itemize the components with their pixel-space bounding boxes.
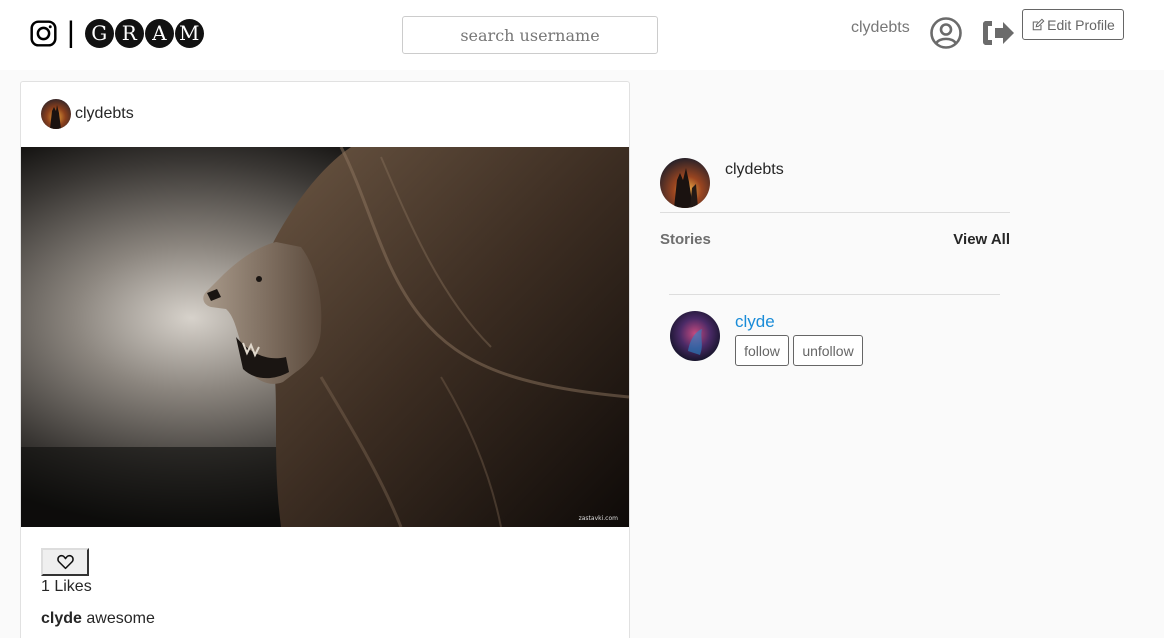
unfollow-button[interactable]: unfollow — [793, 335, 863, 366]
user-circle-icon[interactable] — [929, 16, 963, 50]
follow-button[interactable]: follow — [735, 335, 789, 366]
post-card: clydebts zastavki.com 1 Likes clyde awes… — [20, 81, 630, 638]
post-author[interactable]: clydebts — [75, 105, 134, 123]
brand-separator: | — [67, 16, 75, 49]
stories-heading: Stories — [660, 231, 711, 248]
sidebar-avatar[interactable] — [660, 158, 710, 208]
brand-wordmark: G R A M — [84, 18, 204, 48]
caption-user[interactable]: clyde — [41, 610, 82, 627]
edit-icon — [1032, 18, 1045, 30]
divider — [660, 212, 1010, 213]
instagram-icon — [30, 19, 57, 47]
view-all-link[interactable]: View All — [953, 231, 1010, 248]
nav-username[interactable]: clydebts — [851, 19, 910, 37]
divider — [669, 294, 1000, 295]
story-avatar[interactable] — [670, 311, 720, 361]
post-header: clydebts — [21, 82, 629, 148]
avatar[interactable] — [41, 99, 71, 129]
brand-letter: A — [144, 18, 174, 48]
sign-out-icon[interactable] — [981, 18, 1015, 48]
sidebar-username[interactable]: clydebts — [725, 161, 784, 179]
brand-letter: M — [174, 18, 204, 48]
edit-profile-button[interactable]: Edit Profile — [1022, 9, 1124, 40]
edit-profile-label: Edit Profile — [1047, 16, 1115, 33]
caption-text: awesome — [86, 610, 155, 627]
brand-logo[interactable]: | G R A M — [30, 17, 204, 49]
like-button[interactable] — [41, 548, 89, 576]
brand-letter: G — [84, 18, 114, 48]
search-input[interactable] — [402, 16, 658, 54]
likes-count: 1 Likes — [41, 578, 92, 595]
post-caption: clyde awesome — [41, 610, 155, 628]
image-watermark: zastavki.com — [578, 515, 618, 522]
navbar: | G R A M clydebts Edit Profile — [0, 0, 1164, 70]
brand-letter: R — [114, 18, 144, 48]
post-image: zastavki.com — [21, 147, 629, 527]
heart-outline-icon — [56, 554, 74, 570]
story-username[interactable]: clyde — [735, 312, 775, 331]
